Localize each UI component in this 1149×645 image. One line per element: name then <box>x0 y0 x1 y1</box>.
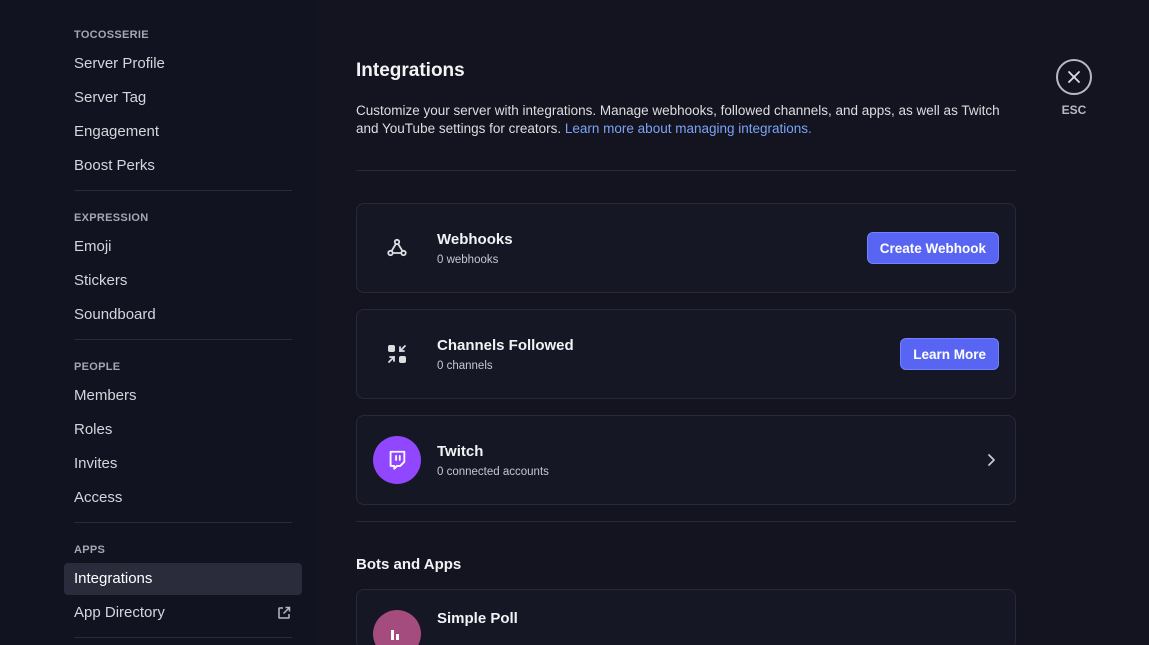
sidebar-header-apps: APPS <box>74 544 106 556</box>
section-divider <box>356 170 1016 171</box>
channels-count: 0 channels <box>437 359 493 372</box>
bot-card-simple-poll[interactable]: Simple Poll <box>356 589 1016 645</box>
sidebar-item-boost-perks[interactable]: Boost Perks <box>64 150 302 182</box>
page-title: Integrations <box>356 60 465 81</box>
section-divider <box>356 521 1016 522</box>
learn-more-button[interactable]: Learn More <box>900 338 999 370</box>
channels-followed-icon <box>373 330 421 378</box>
learn-more-link[interactable]: Learn more about managing integrations. <box>565 121 812 136</box>
create-webhook-button[interactable]: Create Webhook <box>866 232 999 264</box>
sidebar-item-invites[interactable]: Invites <box>64 448 302 480</box>
channels-followed-title: Channels Followed <box>437 336 574 354</box>
twitch-accounts-count: 0 connected accounts <box>437 465 549 478</box>
twitch-card[interactable]: Twitch 0 connected accounts <box>356 415 1016 505</box>
sidebar-item-server-tag[interactable]: Server Tag <box>64 82 302 114</box>
bot-name: Simple Poll <box>437 610 518 627</box>
sidebar-header-server: TOCOSSERIE <box>74 29 149 41</box>
webhooks-count: 0 webhooks <box>437 253 499 266</box>
sidebar-header-people: PEOPLE <box>74 361 121 373</box>
sidebar-divider <box>74 190 292 191</box>
close-control: ESC <box>1056 59 1092 117</box>
sidebar-item-stickers[interactable]: Stickers <box>64 265 302 297</box>
sidebar-item-server-profile[interactable]: Server Profile <box>64 48 302 80</box>
settings-window: TOCOSSERIE Server Profile Server Tag Eng… <box>0 0 1149 645</box>
main-content: Integrations Customize your server with … <box>316 0 1149 645</box>
sidebar-divider <box>74 339 292 340</box>
sidebar-divider <box>74 522 292 523</box>
close-icon <box>1068 71 1080 83</box>
chevron-right-icon <box>988 454 995 466</box>
sidebar-divider <box>74 637 292 638</box>
sidebar-item-soundboard[interactable]: Soundboard <box>64 299 302 331</box>
twitch-icon <box>373 436 421 484</box>
bots-and-apps-title: Bots and Apps <box>356 556 462 573</box>
sidebar-item-engagement[interactable]: Engagement <box>64 116 302 148</box>
sidebar-header-expression: EXPRESSION <box>74 212 149 224</box>
esc-label: ESC <box>1061 103 1087 117</box>
sidebar-item-access[interactable]: Access <box>64 482 302 514</box>
webhooks-card: Webhooks 0 webhooks Create Webhook <box>356 203 1016 293</box>
channels-followed-card: Channels Followed 0 channels Learn More <box>356 309 1016 399</box>
external-link-icon <box>278 606 291 619</box>
page-description: Customize your server with integrations.… <box>356 102 1016 138</box>
sidebar-item-roles[interactable]: Roles <box>64 414 302 446</box>
webhooks-title: Webhooks <box>437 230 513 248</box>
bot-avatar <box>373 610 421 645</box>
sidebar-item-emoji[interactable]: Emoji <box>64 231 302 263</box>
sidebar-item-label: App Directory <box>74 604 165 621</box>
twitch-title: Twitch <box>437 442 484 460</box>
poll-icon <box>391 630 399 640</box>
settings-sidebar: TOCOSSERIE Server Profile Server Tag Eng… <box>0 0 316 645</box>
sidebar-item-members[interactable]: Members <box>64 380 302 412</box>
sidebar-item-integrations[interactable]: Integrations <box>64 563 302 595</box>
twitch-avatar <box>373 436 421 484</box>
webhook-icon <box>373 224 421 272</box>
close-button[interactable] <box>1056 59 1092 95</box>
sidebar-item-app-directory[interactable]: App Directory <box>64 597 302 629</box>
